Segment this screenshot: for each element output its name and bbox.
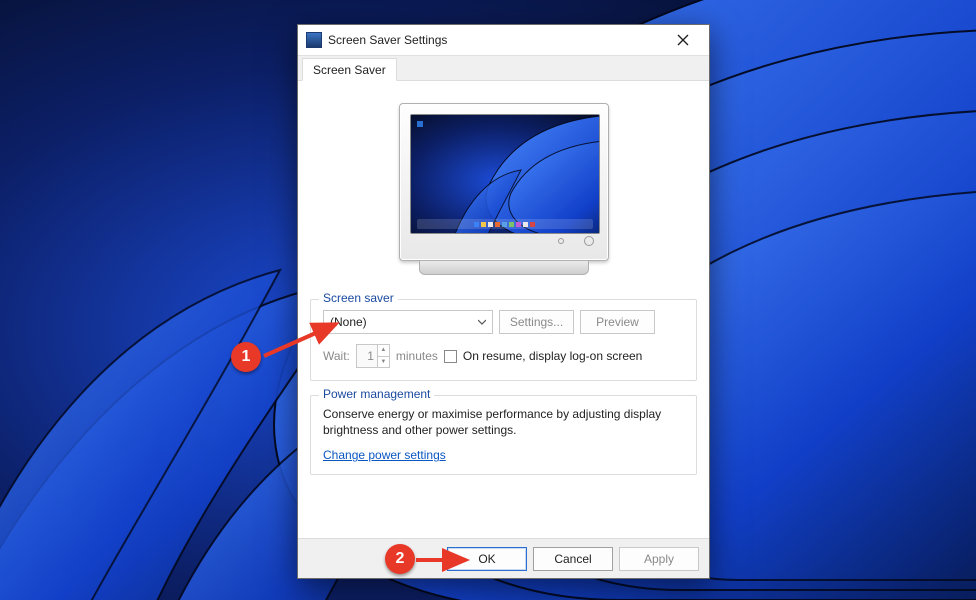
screen-saver-settings-dialog: Screen Saver Settings Screen Saver — [297, 24, 710, 579]
titlebar: Screen Saver Settings — [298, 25, 709, 55]
tab-screen-saver[interactable]: Screen Saver — [302, 58, 397, 81]
spinner-up-icon[interactable]: ▲ — [378, 345, 389, 357]
settings-button[interactable]: Settings... — [499, 310, 574, 334]
on-resume-checkbox[interactable] — [444, 350, 457, 363]
power-description: Conserve energy or maximise performance … — [323, 406, 684, 438]
power-management-group: Power management Conserve energy or maxi… — [310, 395, 697, 475]
tab-strip: Screen Saver — [298, 55, 709, 81]
preview-monitor — [310, 89, 697, 293]
wait-minutes-input[interactable] — [357, 345, 377, 367]
screensaver-select-value: (None) — [330, 315, 367, 329]
close-button[interactable] — [663, 27, 703, 53]
wait-unit: minutes — [396, 349, 438, 363]
preview-taskbar — [417, 219, 593, 229]
screensaver-select[interactable]: (None) — [323, 310, 493, 334]
app-icon — [306, 32, 322, 48]
cancel-button[interactable]: Cancel — [533, 547, 613, 571]
on-resume-label: On resume, display log-on screen — [463, 349, 642, 363]
group-legend-power: Power management — [319, 387, 434, 401]
close-icon — [677, 34, 689, 46]
screen-saver-group: Screen saver (None) Settings... Preview … — [310, 299, 697, 381]
recycle-bin-icon — [417, 121, 423, 127]
dialog-title: Screen Saver Settings — [328, 33, 447, 47]
group-legend-saver: Screen saver — [319, 291, 398, 305]
preview-button[interactable]: Preview — [580, 310, 655, 334]
wait-label: Wait: — [323, 349, 350, 363]
ok-button[interactable]: OK — [447, 547, 527, 571]
dialog-button-row: OK Cancel Apply — [298, 538, 709, 578]
spinner-down-icon[interactable]: ▼ — [378, 357, 389, 368]
apply-button[interactable]: Apply — [619, 547, 699, 571]
wait-minutes-spinner[interactable]: ▲▼ — [356, 344, 390, 368]
change-power-settings-link[interactable]: Change power settings — [323, 448, 446, 462]
chevron-down-icon — [478, 318, 486, 326]
